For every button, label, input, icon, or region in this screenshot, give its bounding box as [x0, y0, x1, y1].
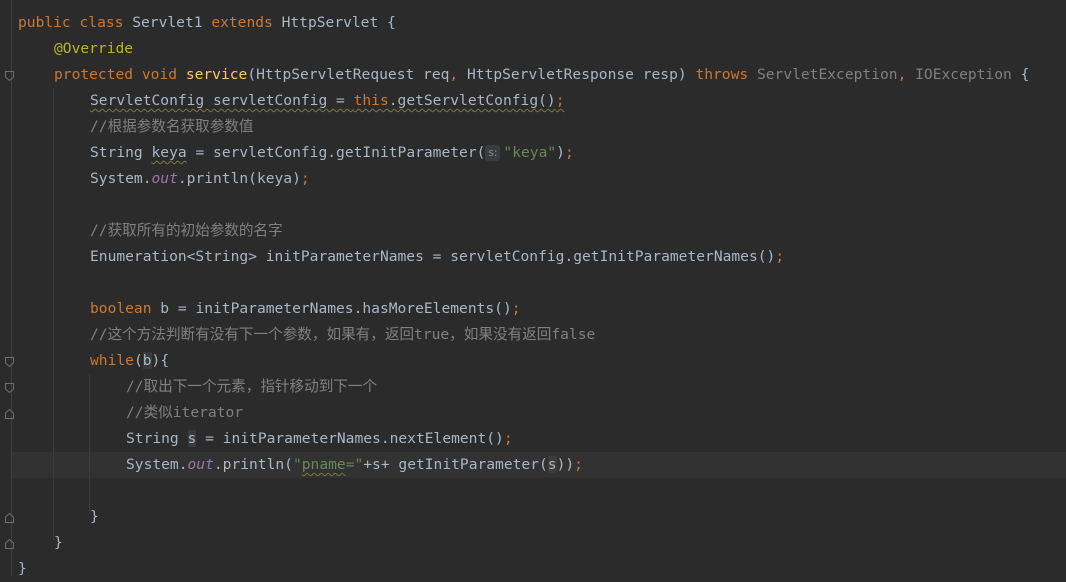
line-enumeration[interactable]: Enumeration<String> initParameterNames =…	[90, 244, 784, 270]
code-token: b	[142, 352, 152, 369]
line-class-decl[interactable]: public class Servlet1 extends HttpServle…	[18, 10, 396, 36]
code-token: .println(keya)	[177, 170, 301, 187]
code-token: //获取所有的初始参数的名字	[90, 222, 283, 239]
code-token: ;	[511, 300, 521, 317]
line-boolean[interactable]: boolean b = initParameterNames.hasMoreEl…	[90, 296, 521, 322]
code-token: //类似iterator	[126, 404, 244, 421]
indent-guide	[53, 88, 54, 540]
code-token: ,	[897, 66, 916, 83]
line-comment-1[interactable]: //根据参数名获取参数值	[90, 114, 254, 140]
code-token: out	[151, 170, 178, 187]
code-token: @Override	[54, 40, 134, 57]
code-token: ){	[151, 352, 170, 369]
code-token: ;	[775, 248, 785, 265]
code-token: b = initParameterNames.hasMoreElements()	[160, 300, 512, 317]
line-servletconfig[interactable]: ServletConfig servletConfig = this.getSe…	[90, 88, 564, 114]
code-token: }	[18, 560, 27, 577]
line-println-pname[interactable]: System.out.println("pname="+s+ getInitPa…	[126, 452, 583, 478]
code-token: ))	[556, 456, 575, 473]
code-token: while	[90, 352, 134, 369]
code-token: "keya"	[503, 144, 557, 161]
code-token: (	[133, 352, 143, 369]
code-token: ,	[449, 66, 467, 83]
code-token: ="	[345, 456, 364, 473]
code-token: ;	[300, 170, 310, 187]
line-while[interactable]: while(b){	[90, 348, 169, 374]
code-token: = servletConfig.getInitParameter(	[186, 144, 486, 161]
parameter-hint: s:	[485, 145, 501, 161]
code-token: service	[185, 66, 248, 83]
code-editor[interactable]: public class Servlet1 extends HttpServle…	[0, 0, 1066, 577]
code-token: Enumeration<String> initParameterNames =…	[90, 248, 776, 265]
code-token: Servlet1	[132, 14, 212, 31]
code-token: System.	[90, 170, 152, 187]
code-token: String	[126, 430, 188, 447]
code-token: .println(	[213, 456, 293, 473]
code-token: ServletException	[756, 66, 898, 83]
code-token: out	[187, 456, 214, 473]
code-token: public	[18, 14, 80, 31]
line-comment-5[interactable]: //类似iterator	[126, 400, 243, 426]
code-token: pname	[301, 456, 346, 473]
code-token: }	[54, 534, 63, 551]
line-println-keya[interactable]: System.out.println(keya);	[90, 166, 310, 192]
code-token: ServletConfig servletConfig =	[90, 92, 354, 109]
code-token: = initParameterNames.nextElement()	[196, 430, 504, 447]
code-token: String	[90, 144, 152, 161]
code-token: class	[79, 14, 133, 31]
code-token: .getServletConfig()	[388, 92, 556, 109]
line-close-class[interactable]: }	[18, 556, 27, 582]
line-method-decl[interactable]: protected void service(HttpServletReques…	[54, 62, 1029, 88]
code-token: ;	[555, 92, 565, 109]
code-token: s	[547, 456, 557, 473]
fold-open-icon[interactable]	[5, 71, 14, 81]
code-token: void	[141, 66, 186, 83]
fold-open-icon[interactable]	[5, 383, 14, 393]
code-token: extends	[211, 14, 282, 31]
code-token: boolean	[90, 300, 161, 317]
code-token: {	[1011, 66, 1030, 83]
code-token: ;	[503, 430, 513, 447]
code-token: IOException	[915, 66, 1012, 83]
code-token: protected	[54, 66, 142, 83]
code-token: //取出下一个元素，指针移动到下一个	[126, 378, 378, 395]
code-token: this	[353, 92, 389, 109]
code-token: System.	[126, 456, 188, 473]
line-override[interactable]: @Override	[54, 36, 133, 62]
code-token: HttpServlet {	[281, 14, 396, 31]
line-string-s[interactable]: String s = initParameterNames.nextElemen…	[126, 426, 513, 452]
code-token: HttpServletResponse resp)	[467, 66, 696, 83]
line-comment-2[interactable]: //获取所有的初始参数的名字	[90, 218, 283, 244]
code-token: +s+ getInitParameter(	[363, 456, 548, 473]
line-string-keya[interactable]: String keya = servletConfig.getInitParam…	[90, 140, 574, 166]
code-token: "	[292, 456, 302, 473]
gutter-border	[11, 0, 12, 576]
fold-close-icon[interactable]	[5, 513, 14, 523]
line-comment-4[interactable]: //取出下一个元素，指针移动到下一个	[126, 374, 377, 400]
code-token: }	[90, 508, 99, 525]
code-token: //这个方法判断有没有下一个参数，如果有，返回true，如果没有返回false	[90, 326, 596, 343]
code-token: (HttpServletRequest req	[247, 66, 450, 83]
code-token: ;	[564, 144, 574, 161]
code-token: throws	[695, 66, 757, 83]
fold-close-icon[interactable]	[5, 409, 14, 419]
code-token: //根据参数名获取参数值	[90, 118, 254, 135]
code-token: keya	[151, 144, 187, 161]
fold-close-icon[interactable]	[5, 539, 14, 549]
code-token: s	[187, 430, 197, 447]
code-token: ;	[574, 456, 583, 473]
line-comment-3[interactable]: //这个方法判断有没有下一个参数，如果有，返回true，如果没有返回false	[90, 322, 595, 348]
indent-guide	[89, 374, 90, 514]
line-close-method[interactable]: }	[54, 530, 63, 556]
code-token: )	[556, 144, 565, 161]
line-close-while[interactable]: }	[90, 504, 99, 530]
fold-open-icon[interactable]	[5, 357, 14, 367]
